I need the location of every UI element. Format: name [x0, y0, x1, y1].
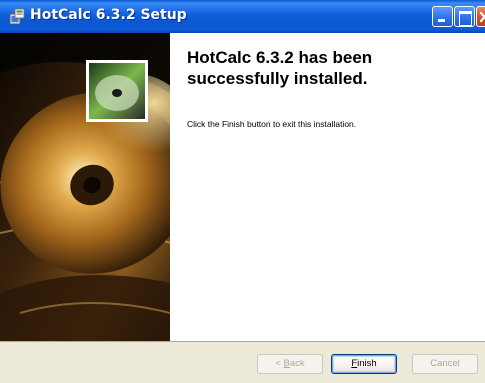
cancel-button[interactable]: Cancel	[412, 354, 478, 374]
finish-button-rest: inish	[357, 358, 377, 369]
completion-message: Click the Finish button to exit this ins…	[187, 119, 357, 129]
finish-button[interactable]: Finish	[331, 354, 397, 374]
installer-icon	[9, 8, 25, 25]
setup-banner-image	[0, 33, 170, 341]
back-button[interactable]: < Back	[257, 354, 323, 374]
minimize-icon[interactable]	[432, 6, 453, 27]
back-button-rest: ack	[289, 358, 305, 369]
content-panel: HotCalc 6.3.2 has been successfully inst…	[170, 33, 485, 341]
setup-window: HotCalc 6.3.2 Setup HotCalc 6.3.2 has be…	[0, 0, 485, 383]
back-button-prefix: <	[275, 358, 284, 369]
completion-heading: HotCalc 6.3.2 has been successfully inst…	[187, 48, 373, 88]
button-bar: < Back Finish Cancel	[0, 341, 485, 383]
maximize-icon[interactable]	[454, 6, 475, 27]
title-bar[interactable]: HotCalc 6.3.2 Setup	[0, 0, 485, 33]
window-title: HotCalc 6.3.2 Setup	[30, 7, 187, 23]
close-icon[interactable]	[476, 6, 485, 27]
